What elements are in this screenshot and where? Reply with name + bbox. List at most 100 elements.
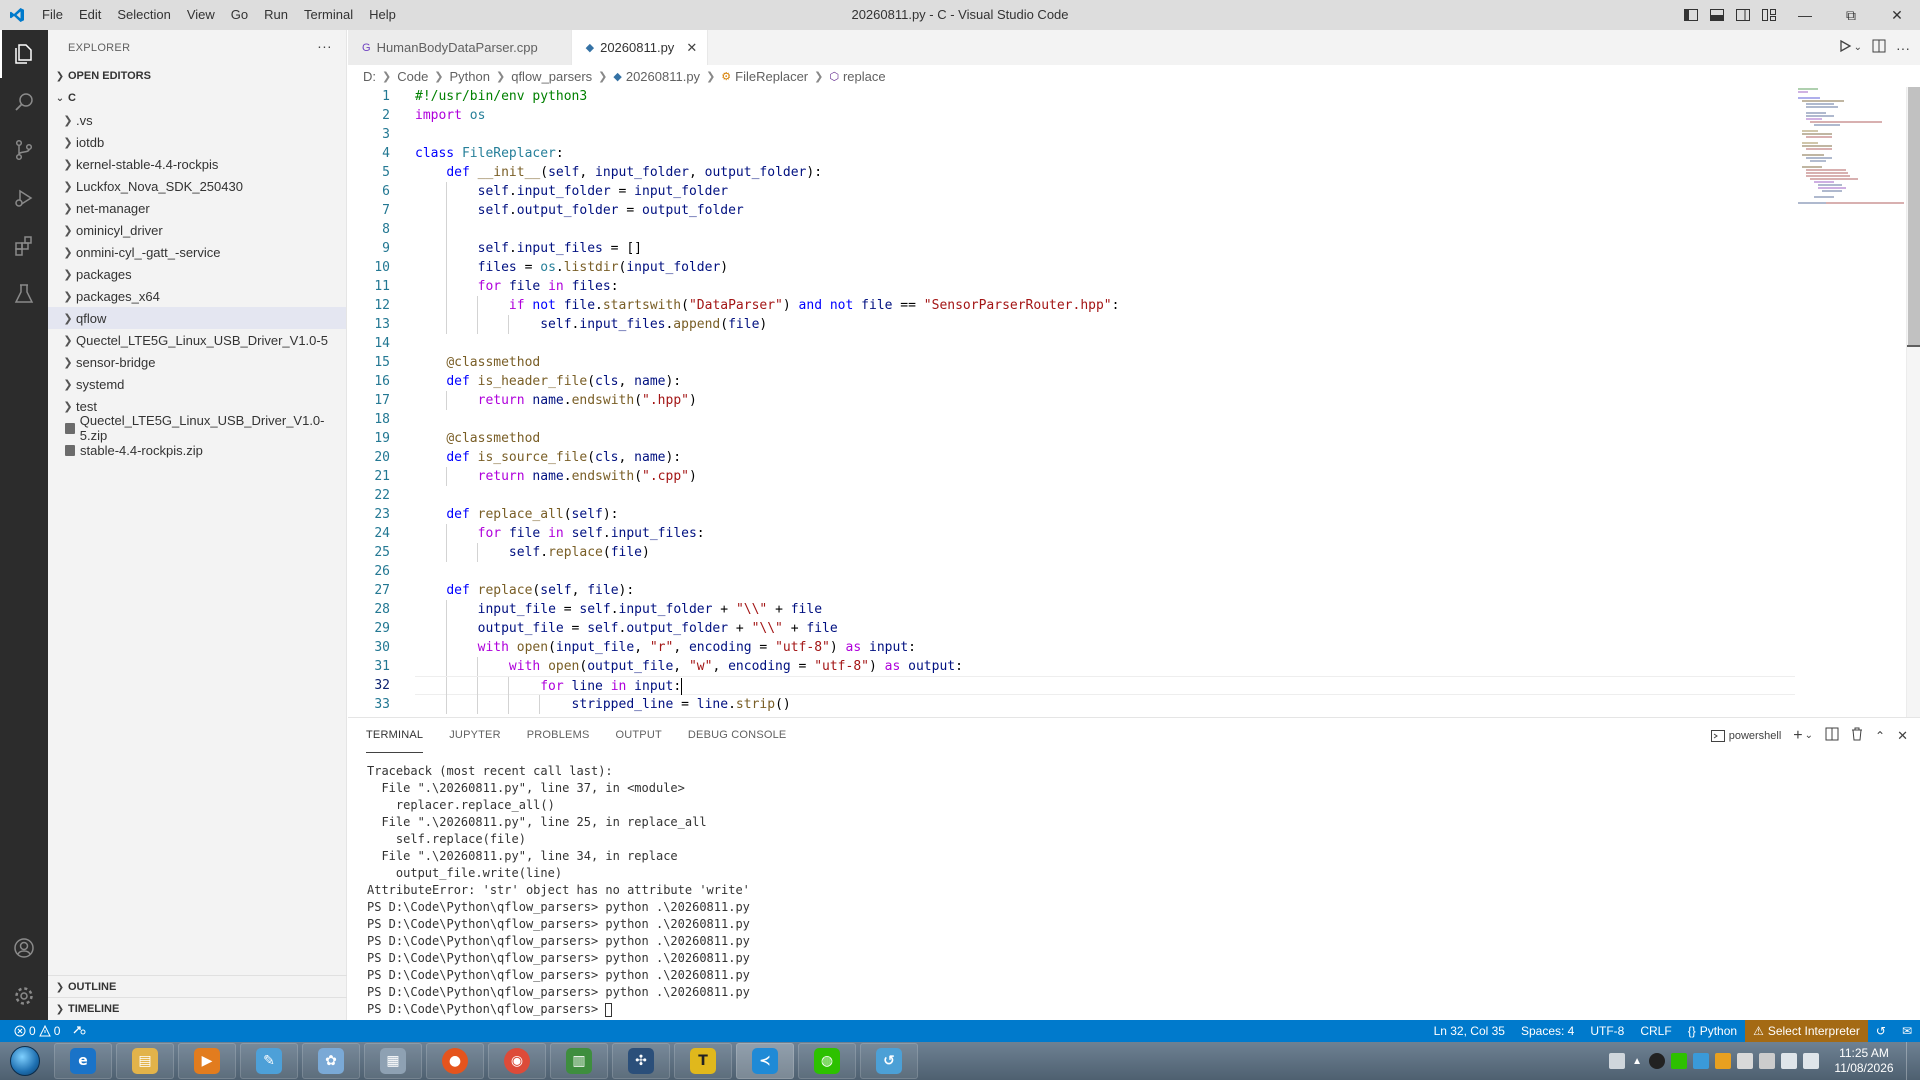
menu-file[interactable]: File [34, 0, 71, 30]
security-icon[interactable] [1693, 1053, 1709, 1069]
close-panel-icon[interactable]: ✕ [1897, 728, 1908, 744]
end-of-line[interactable]: CRLF [1632, 1020, 1679, 1042]
language-mode[interactable]: {} Python [1680, 1020, 1745, 1042]
chevron-down-icon[interactable]: ⌄ [1805, 730, 1813, 741]
tree-item-folder[interactable]: ❯ .vs [48, 109, 346, 131]
outline-section[interactable]: ❯ OUTLINE [48, 975, 347, 998]
breadcrumb-item[interactable]: replace [843, 69, 886, 84]
tree-item-folder[interactable]: ❯ ominicyl_driver [48, 219, 346, 241]
source-control-icon[interactable] [0, 126, 48, 174]
open-editors-section[interactable]: ❯ OPEN EDITORS [48, 65, 346, 87]
more-actions-icon[interactable]: ··· [317, 38, 332, 54]
code-editor[interactable]: 1 2 3 4 5 6 7 8 9 10 11 12 13 14 15 16 1… [348, 87, 1920, 717]
menu-edit[interactable]: Edit [71, 0, 109, 30]
minimap[interactable] [1796, 87, 1906, 717]
flag-icon[interactable] [1737, 1053, 1753, 1069]
tree-item-folder[interactable]: ❯ Quectel_LTE5G_Linux_USB_Driver_V1.0-5 [48, 329, 346, 351]
taskbar-app-paint[interactable]: ✿ [302, 1043, 360, 1079]
terminal-prompt-line[interactable]: PS D:\Code\Python\qflow_parsers> [367, 1001, 1920, 1018]
taskbar-app-media-player[interactable]: ▶ [178, 1043, 236, 1079]
menu-selection[interactable]: Selection [109, 0, 178, 30]
indentation[interactable]: Spaces: 4 [1513, 1020, 1582, 1042]
taskbar-app-chrome[interactable]: ◉ [488, 1043, 546, 1079]
trash-icon[interactable] [1851, 727, 1863, 744]
split-editor-icon[interactable] [1872, 39, 1886, 56]
explorer-icon[interactable] [0, 30, 48, 78]
taskbar-app-chart[interactable]: ▥ [550, 1043, 608, 1079]
tree-item-folder[interactable]: ❯ packages_x64 [48, 285, 346, 307]
taskbar-app-typora[interactable]: T [674, 1043, 732, 1079]
tab-output[interactable]: OUTPUT [615, 718, 661, 753]
testing-icon[interactable] [0, 270, 48, 318]
chevron-down-icon[interactable]: ⌄ [1854, 42, 1862, 53]
keyboard-icon[interactable] [1609, 1053, 1626, 1069]
taskbar-app-network[interactable]: ✣ [612, 1043, 670, 1079]
terminal-shell-selector[interactable]: powershell [1710, 729, 1781, 742]
toggle-secondary-sidebar-icon[interactable] [1732, 0, 1754, 30]
live-share-icon[interactable]: ↺ [1868, 1020, 1894, 1042]
network-icon[interactable] [1781, 1053, 1797, 1069]
notifications-bell-icon[interactable]: ✉ [1894, 1020, 1920, 1042]
usb-icon[interactable] [1759, 1053, 1775, 1069]
close-tab-icon[interactable]: ✕ [686, 40, 697, 56]
menu-help[interactable]: Help [361, 0, 404, 30]
timeline-section[interactable]: ❯ TIMELINE [48, 997, 347, 1020]
minimize-icon[interactable]: — [1782, 0, 1828, 30]
taskbar-app-internet-explorer[interactable]: e [54, 1043, 112, 1079]
taskbar-app-remote[interactable]: ↺ [860, 1043, 918, 1079]
breadcrumb-item[interactable]: 20260811.py [626, 69, 700, 84]
start-button[interactable] [0, 1042, 50, 1080]
breadcrumb-item[interactable]: Code [397, 69, 428, 84]
tab-debug-console[interactable]: DEBUG CONSOLE [688, 718, 787, 753]
menu-go[interactable]: Go [223, 0, 256, 30]
account-icon[interactable] [0, 924, 48, 972]
extensions-icon[interactable] [0, 222, 48, 270]
breadcrumb-item[interactable]: FileReplacer [735, 69, 808, 84]
taskbar-app-notepad[interactable]: ✎ [240, 1043, 298, 1079]
taskbar-app-wechat[interactable]: ◍ [798, 1043, 856, 1079]
clock[interactable]: 11:25 AM 11/08/2026 [1822, 1046, 1906, 1076]
breadcrumb-item[interactable]: Python [450, 69, 490, 84]
select-interpreter-button[interactable]: ⚠ Select Interpreter [1745, 1020, 1868, 1042]
tab-jupyter[interactable]: JUPYTER [449, 718, 501, 753]
wechat-tray-icon[interactable] [1671, 1053, 1687, 1069]
tree-item-folder[interactable]: ❯ kernel-stable-4.4-rockpis [48, 153, 346, 175]
tree-item-folder[interactable]: ❯ sensor-bridge [48, 351, 346, 373]
tab-20260811-py[interactable]: ◆ 20260811.py ✕ [571, 30, 709, 65]
cursor-position[interactable]: Ln 32, Col 35 [1426, 1020, 1513, 1042]
toggle-panel-icon[interactable] [1706, 0, 1728, 30]
show-hidden-icons-icon[interactable]: ▲ [1632, 1056, 1642, 1067]
search-icon[interactable] [0, 78, 48, 126]
more-actions-icon[interactable]: ··· [1896, 40, 1910, 56]
taskbar-app-file-explorer[interactable]: ▤ [116, 1043, 174, 1079]
tree-item-folder-selected[interactable]: ❯ qflow [48, 307, 346, 329]
customize-layout-icon[interactable] [1758, 0, 1780, 30]
restore-icon[interactable]: ⧉ [1828, 0, 1874, 30]
file-encoding[interactable]: UTF-8 [1582, 1020, 1632, 1042]
tree-item-folder[interactable]: ❯ systemd [48, 373, 346, 395]
scrollbar-thumb[interactable] [1908, 87, 1920, 347]
volume-icon[interactable] [1803, 1053, 1819, 1069]
port-forward-icon[interactable] [68, 1020, 90, 1042]
run-debug-icon[interactable] [0, 174, 48, 222]
tree-item-folder[interactable]: ❯ packages [48, 263, 346, 285]
tab-humanbodydataparser[interactable]: G HumanBodyDataParser.cpp ✕ [348, 30, 572, 65]
menu-terminal[interactable]: Terminal [296, 0, 361, 30]
workspace-root[interactable]: ⌄ C [48, 87, 346, 109]
tab-terminal[interactable]: TERMINAL [366, 718, 424, 753]
tree-item-folder[interactable]: ❯ iotdb [48, 131, 346, 153]
toggle-primary-sidebar-icon[interactable] [1680, 0, 1702, 30]
tree-item-folder[interactable]: ❯ net-manager [48, 197, 346, 219]
breadcrumb-item[interactable]: D: [363, 69, 376, 84]
vertical-scrollbar[interactable] [1906, 87, 1920, 717]
taskbar-app-calculator[interactable]: ▦ [364, 1043, 422, 1079]
split-terminal-icon[interactable] [1825, 727, 1839, 744]
run-python-file-icon[interactable] [1838, 39, 1852, 56]
tab-problems[interactable]: PROBLEMS [527, 718, 590, 753]
taskbar-app-firefox[interactable]: ● [426, 1043, 484, 1079]
breadcrumb-item[interactable]: qflow_parsers [511, 69, 592, 84]
menu-view[interactable]: View [179, 0, 223, 30]
close-window-icon[interactable]: ✕ [1874, 0, 1920, 30]
terminal-output[interactable]: Traceback (most recent call last): File … [348, 753, 1920, 1018]
tree-item-folder[interactable]: ❯ onmini-cyl_-gatt_-service [48, 241, 346, 263]
